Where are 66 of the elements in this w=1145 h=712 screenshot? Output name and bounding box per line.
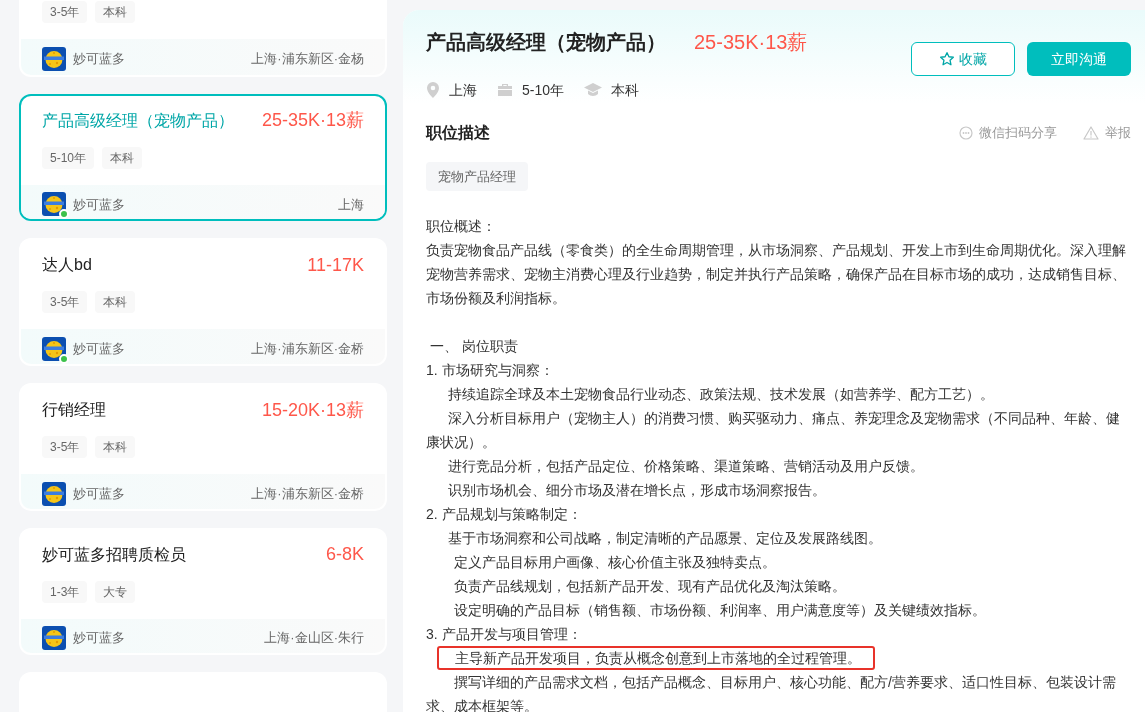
description-line: 负责宠物食品产品线（零食类）的全生命周期管理，从市场洞察、产品规划、开发上市到生命周期优化。深入理解宠物营养需求、宠物主消费心理及行业趋势，制定并执行产品策略，确保产品在目标市场的成功，达成销售目标、市场份额及利润指标。 <box>426 241 1127 308</box>
tag: 1-3年 <box>42 580 88 603</box>
star-icon <box>939 51 955 67</box>
meta-text: 上海 <box>449 80 477 100</box>
graduation-cap-icon <box>584 83 603 97</box>
job-title: 妙可蓝多招聘质检员 <box>42 544 186 565</box>
description-line: 基于市场洞察和公司战略，制定清晰的产品愿景、定位及发展路线图。 <box>447 529 883 548</box>
location-text: 上海·金山区·朱行 <box>264 629 364 648</box>
location-text: 上海·浦东新区·金桥 <box>251 484 364 503</box>
tag: 3-5年 <box>42 1 88 23</box>
report-link[interactable]: 举报 <box>1083 123 1131 143</box>
description-line: 一、 岗位职责 <box>429 337 519 356</box>
location-pin-icon <box>426 82 440 98</box>
company-name: 妙可蓝多 <box>73 195 125 214</box>
meta-text: 5-10年 <box>522 80 565 100</box>
tag: 本科 <box>95 1 136 23</box>
logo-icon <box>42 626 66 650</box>
tag: 大专 <box>95 580 136 603</box>
location-text: 上海·浦东新区·金桥 <box>251 340 364 359</box>
job-card[interactable]: 3-5年 本科 妙可蓝多 上海·浦东新区·金杨 <box>19 0 387 77</box>
tag: 3-5年 <box>42 291 88 314</box>
logo-icon <box>42 46 66 71</box>
favorite-button[interactable]: 收藏 <box>911 42 1015 76</box>
tag: 本科 <box>102 146 143 169</box>
salary: 15-20K·13薪 <box>261 398 364 422</box>
description-line: 设定明确的产品目标（销售额、市场份额、利润率、用户满意度等）及关键绩效指标。 <box>453 601 987 620</box>
job-card[interactable]: 产品高级经理（宠物产品） 25-35K·13薪 5-10年 本科 妙可蓝多 上海 <box>19 93 387 222</box>
job-title: 产品高级经理（宠物产品） <box>426 30 666 55</box>
tag: 5-10年 <box>42 146 95 169</box>
keyword-tag: 宠物产品经理 <box>426 162 528 191</box>
description-line: 2. 产品规划与策略制定： <box>426 505 583 524</box>
location-text: 上海·浦东新区·金杨 <box>251 49 364 68</box>
job-title: 达人bd <box>42 255 92 276</box>
description-line: 深入分析目标用户（宠物主人）的消费习惯、购买驱动力、痛点、养宠理念及宠物需求（不同品种、年龄、健康状况）。 <box>426 409 1121 452</box>
job-card[interactable]: 达人bd 11-17K 3-5年 本科 妙可蓝多 上海·浦东新区·金桥 <box>19 238 387 366</box>
description-line: 定义产品目标用户画像、核心价值主张及独特卖点。 <box>453 553 777 572</box>
tag: 本科 <box>95 291 136 314</box>
company-name: 妙可蓝多 <box>73 484 125 503</box>
company-name: 妙可蓝多 <box>73 340 125 359</box>
chat-bubble-icon <box>959 126 973 140</box>
salary: 11-17K <box>307 254 364 277</box>
description-line: 持续追踪全球及本土宠物食品行业动态、政策法规、技术发展（如营养学、配方工艺）。 <box>447 385 995 404</box>
job-card[interactable]: 妙可蓝多招聘质检员 6-8K 1-3年 大专 妙可蓝多 上海·金山区·朱行 <box>19 527 387 656</box>
section-title: 职位描述 <box>426 123 490 143</box>
description-line: 3. 产品开发与项目管理： <box>426 625 583 644</box>
briefcase-icon <box>497 83 513 97</box>
location-text: 上海 <box>338 195 364 214</box>
salary: 25-35K·13薪 <box>694 30 808 55</box>
meta-text: 本科 <box>611 80 640 100</box>
description-line: 职位概述： <box>426 217 497 236</box>
job-title: 产品高级经理（宠物产品） <box>42 110 234 131</box>
company-name: 妙可蓝多 <box>73 629 125 648</box>
job-card[interactable]: 行销经理 15-20K·13薪 3-5年 本科 妙可蓝多 上海·浦东新区·金桥 <box>19 383 387 511</box>
description-line: 1. 市场研究与洞察： <box>426 361 555 380</box>
tag: 3-5年 <box>42 436 88 458</box>
description-line: 负责产品线规划，包括新产品开发、现有产品优化及淘汰策略。 <box>453 577 847 596</box>
share-link[interactable]: 微信扫码分享 <box>959 123 1057 143</box>
tag: 本科 <box>95 436 136 458</box>
logo-icon <box>42 481 66 506</box>
description-line: 识别市场机会、细分市场及潜在增长点，形成市场洞察报告。 <box>447 481 827 500</box>
description-line: 进行竞品分析，包括产品定位、价格策略、渠道策略、营销活动及用户反馈。 <box>447 457 925 476</box>
salary: 6-8K <box>325 543 364 566</box>
company-name: 妙可蓝多 <box>73 49 125 68</box>
job-title: 行销经理 <box>42 400 106 420</box>
warning-icon <box>1083 126 1099 140</box>
salary: 25-35K·13薪 <box>261 109 364 133</box>
